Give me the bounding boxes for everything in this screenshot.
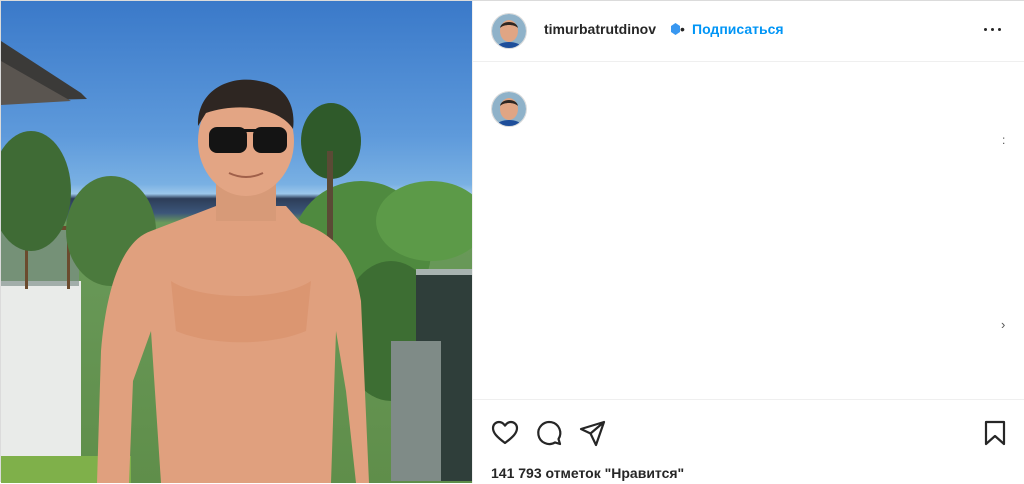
scroll-chevron-icon[interactable]: › — [1001, 317, 1005, 332]
post-header: timurbatrutdinov • Подписаться — [473, 1, 1024, 62]
verified-badge-icon — [671, 23, 680, 35]
author-avatar[interactable] — [491, 13, 527, 49]
more-options-icon[interactable] — [981, 17, 1005, 41]
post-actions: 141 793 отметок "Нравится" — [473, 399, 1024, 484]
separator-dot: • — [680, 21, 685, 37]
post-photo[interactable] — [1, 1, 472, 483]
heart-icon[interactable] — [491, 419, 519, 447]
post-dialog: timurbatrutdinov • Подписаться : › 141 7… — [0, 0, 1024, 483]
caption-author-avatar[interactable] — [491, 91, 527, 127]
paper-plane-icon[interactable] — [579, 419, 607, 447]
likes-count[interactable]: 141 793 отметок "Нравится" — [491, 465, 684, 481]
comment-area-marker: : — [1002, 133, 1006, 147]
comment-icon[interactable] — [535, 419, 563, 447]
bookmark-icon[interactable] — [981, 419, 1009, 447]
post-side-panel: timurbatrutdinov • Подписаться : › 141 7… — [472, 1, 1024, 483]
photo-illustration — [1, 41, 472, 483]
follow-button[interactable]: Подписаться — [692, 21, 784, 37]
author-username[interactable]: timurbatrutdinov — [544, 21, 656, 37]
